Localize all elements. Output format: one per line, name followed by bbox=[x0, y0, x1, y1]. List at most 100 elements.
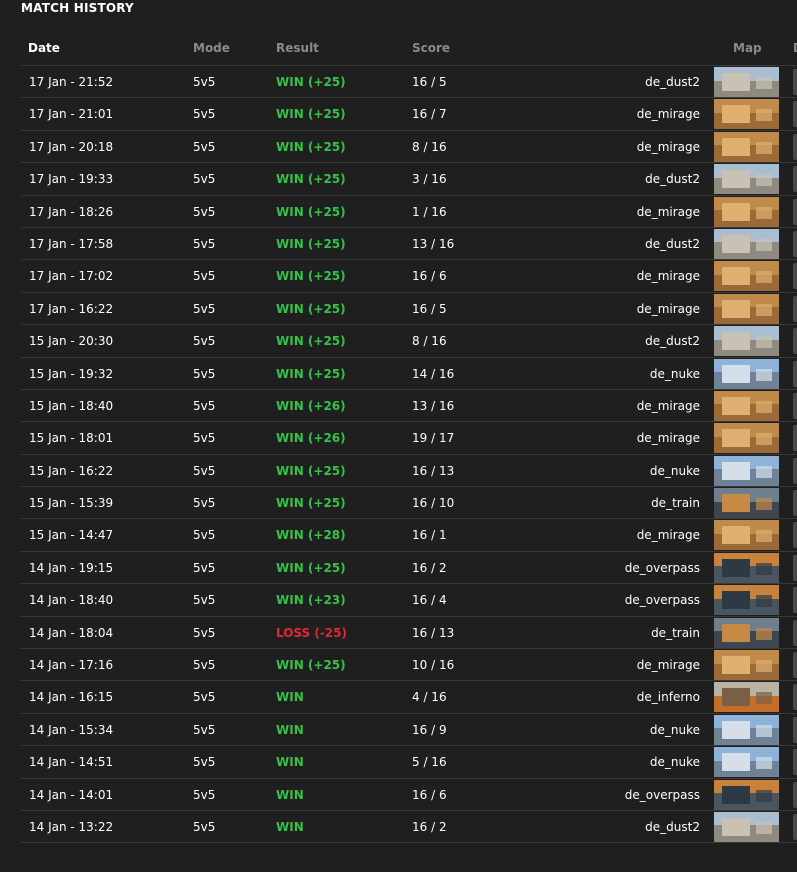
match-result: WIN (+25) bbox=[276, 204, 346, 219]
header-map[interactable]: Map bbox=[733, 41, 762, 55]
match-score: 16 / 4 bbox=[412, 593, 447, 608]
row-action-button[interactable] bbox=[793, 133, 797, 160]
header-mode[interactable]: Mode bbox=[193, 41, 230, 55]
table-row[interactable]: 14 Jan - 18:04 5v5 LOSS (-25) 16 / 13 de_tra… bbox=[21, 617, 797, 650]
header-score[interactable]: Score bbox=[412, 41, 450, 55]
header-extra[interactable]: D bbox=[793, 41, 797, 55]
map-name: de_mirage bbox=[636, 431, 700, 446]
table-row[interactable]: 15 Jan - 18:40 5v5 WIN (+26) 13 / 16 de_mira… bbox=[21, 390, 797, 423]
row-action-button[interactable] bbox=[793, 813, 797, 840]
map-name: de_overpass bbox=[624, 593, 700, 608]
row-action-button[interactable] bbox=[793, 652, 797, 679]
table-row[interactable]: 15 Jan - 20:30 5v5 WIN (+25) 8 / 16 de_dust2 bbox=[21, 325, 797, 358]
map-thumbnail bbox=[714, 390, 779, 421]
table-row[interactable]: 14 Jan - 15:34 5v5 WIN 16 / 9 de_nuke bbox=[21, 714, 797, 747]
map-name: de_mirage bbox=[636, 301, 700, 316]
header-date[interactable]: Date bbox=[28, 41, 60, 55]
table-row[interactable]: 14 Jan - 19:15 5v5 WIN (+25) 16 / 2 de_overp… bbox=[21, 552, 797, 585]
table-row[interactable]: 15 Jan - 18:01 5v5 WIN (+26) 19 / 17 de_mira… bbox=[21, 422, 797, 455]
match-mode: 5v5 bbox=[193, 269, 216, 284]
header-result[interactable]: Result bbox=[276, 41, 319, 55]
match-mode: 5v5 bbox=[193, 107, 216, 122]
row-action-button[interactable] bbox=[793, 360, 797, 387]
match-date: 17 Jan - 17:58 bbox=[29, 236, 114, 251]
map-thumbnail bbox=[714, 261, 779, 292]
row-action-button[interactable] bbox=[793, 295, 797, 322]
match-score: 16 / 7 bbox=[412, 107, 447, 122]
row-action-button[interactable] bbox=[793, 328, 797, 355]
match-result: WIN (+25) bbox=[276, 560, 346, 575]
row-action-button[interactable] bbox=[793, 490, 797, 517]
table-row[interactable]: 17 Jan - 21:01 5v5 WIN (+25) 16 / 7 de_mirag… bbox=[21, 98, 797, 131]
row-action-button[interactable] bbox=[793, 781, 797, 808]
match-mode: 5v5 bbox=[193, 690, 216, 705]
table-row[interactable]: 14 Jan - 13:22 5v5 WIN 16 / 2 de_dust2 bbox=[21, 811, 797, 844]
row-action-button[interactable] bbox=[793, 230, 797, 257]
match-score: 4 / 16 bbox=[412, 690, 447, 705]
match-result: WIN (+25) bbox=[276, 172, 346, 187]
row-action-button[interactable] bbox=[793, 166, 797, 193]
table-body: 17 Jan - 21:52 5v5 WIN (+25) 16 / 5 de_dust2… bbox=[21, 66, 797, 844]
match-result: WIN bbox=[276, 787, 304, 802]
match-mode: 5v5 bbox=[193, 236, 216, 251]
table-row[interactable]: 14 Jan - 16:15 5v5 WIN 4 / 16 de_inferno bbox=[21, 681, 797, 714]
table-row[interactable]: 15 Jan - 15:39 5v5 WIN (+25) 16 / 10 de_trai… bbox=[21, 487, 797, 520]
row-action-button[interactable] bbox=[793, 457, 797, 484]
map-name: de_nuke bbox=[649, 755, 700, 770]
table-row[interactable]: 14 Jan - 18:40 5v5 WIN (+23) 16 / 4 de_overp… bbox=[21, 584, 797, 617]
row-action-button[interactable] bbox=[793, 263, 797, 290]
table-row[interactable]: 15 Jan - 14:47 5v5 WIN (+28) 16 / 1 de_mirag… bbox=[21, 519, 797, 552]
match-result: WIN (+25) bbox=[276, 463, 346, 478]
match-result: WIN (+26) bbox=[276, 398, 346, 413]
row-action-button[interactable] bbox=[793, 554, 797, 581]
match-mode: 5v5 bbox=[193, 560, 216, 575]
row-action-button[interactable] bbox=[793, 522, 797, 549]
match-score: 10 / 16 bbox=[412, 658, 455, 673]
map-thumbnail bbox=[714, 650, 779, 681]
table-row[interactable]: 17 Jan - 21:52 5v5 WIN (+25) 16 / 5 de_dust2 bbox=[21, 66, 797, 99]
table-row[interactable]: 17 Jan - 18:26 5v5 WIN (+25) 1 / 16 de_mirag… bbox=[21, 196, 797, 228]
map-name: de_dust2 bbox=[645, 236, 700, 251]
map-name: de_mirage bbox=[636, 269, 700, 284]
map-name: de_dust2 bbox=[645, 334, 700, 349]
match-score: 16 / 6 bbox=[412, 269, 447, 284]
match-date: 14 Jan - 15:34 bbox=[29, 722, 114, 737]
map-thumbnail bbox=[714, 67, 779, 97]
match-date: 15 Jan - 16:22 bbox=[29, 463, 114, 478]
match-score: 8 / 16 bbox=[412, 139, 447, 154]
table-row[interactable]: 17 Jan - 17:58 5v5 WIN (+25) 13 / 16 de_dust… bbox=[21, 228, 797, 261]
row-action-button[interactable] bbox=[793, 619, 797, 646]
row-action-button[interactable] bbox=[793, 101, 797, 128]
table-row[interactable]: 17 Jan - 19:33 5v5 WIN (+25) 3 / 16 de_dust2 bbox=[21, 163, 797, 196]
table-row[interactable]: 14 Jan - 14:01 5v5 WIN 16 / 6 de_overpass bbox=[21, 779, 797, 811]
row-action-button[interactable] bbox=[793, 392, 797, 419]
match-result: LOSS (-25) bbox=[276, 625, 347, 640]
map-name: de_nuke bbox=[649, 722, 700, 737]
match-result: WIN bbox=[276, 722, 304, 737]
table-row[interactable]: 14 Jan - 14:51 5v5 WIN 5 / 16 de_nuke bbox=[21, 746, 797, 779]
table-row[interactable]: 15 Jan - 19:32 5v5 WIN (+25) 14 / 16 de_nuke bbox=[21, 358, 797, 390]
row-action-button[interactable] bbox=[793, 716, 797, 743]
match-score: 16 / 1 bbox=[412, 528, 447, 543]
match-date: 14 Jan - 18:40 bbox=[29, 593, 114, 608]
map-thumbnail bbox=[714, 131, 779, 162]
row-action-button[interactable] bbox=[793, 69, 797, 95]
map-name: de_mirage bbox=[636, 139, 700, 154]
row-action-button[interactable] bbox=[793, 425, 797, 452]
table-header: Date Mode Result Score Map D bbox=[21, 33, 797, 66]
table-row[interactable]: 17 Jan - 20:18 5v5 WIN (+25) 8 / 16 de_mirag… bbox=[21, 131, 797, 164]
row-action-button[interactable] bbox=[793, 684, 797, 711]
match-mode: 5v5 bbox=[193, 787, 216, 802]
table-row[interactable]: 17 Jan - 17:02 5v5 WIN (+25) 16 / 6 de_mirag… bbox=[21, 260, 797, 293]
table-row[interactable]: 14 Jan - 17:16 5v5 WIN (+25) 10 / 16 de_mira… bbox=[21, 649, 797, 682]
match-score: 16 / 13 bbox=[412, 463, 455, 478]
row-action-button[interactable] bbox=[793, 198, 797, 225]
row-action-button[interactable] bbox=[793, 587, 797, 614]
match-result: WIN (+25) bbox=[276, 496, 346, 511]
map-thumbnail bbox=[714, 326, 779, 357]
table-row[interactable]: 17 Jan - 16:22 5v5 WIN (+25) 16 / 5 de_mirag… bbox=[21, 293, 797, 326]
match-result: WIN bbox=[276, 755, 304, 770]
row-action-button[interactable] bbox=[793, 749, 797, 776]
table-row[interactable]: 15 Jan - 16:22 5v5 WIN (+25) 16 / 13 de_nuke bbox=[21, 455, 797, 488]
match-date: 15 Jan - 19:32 bbox=[29, 366, 114, 381]
